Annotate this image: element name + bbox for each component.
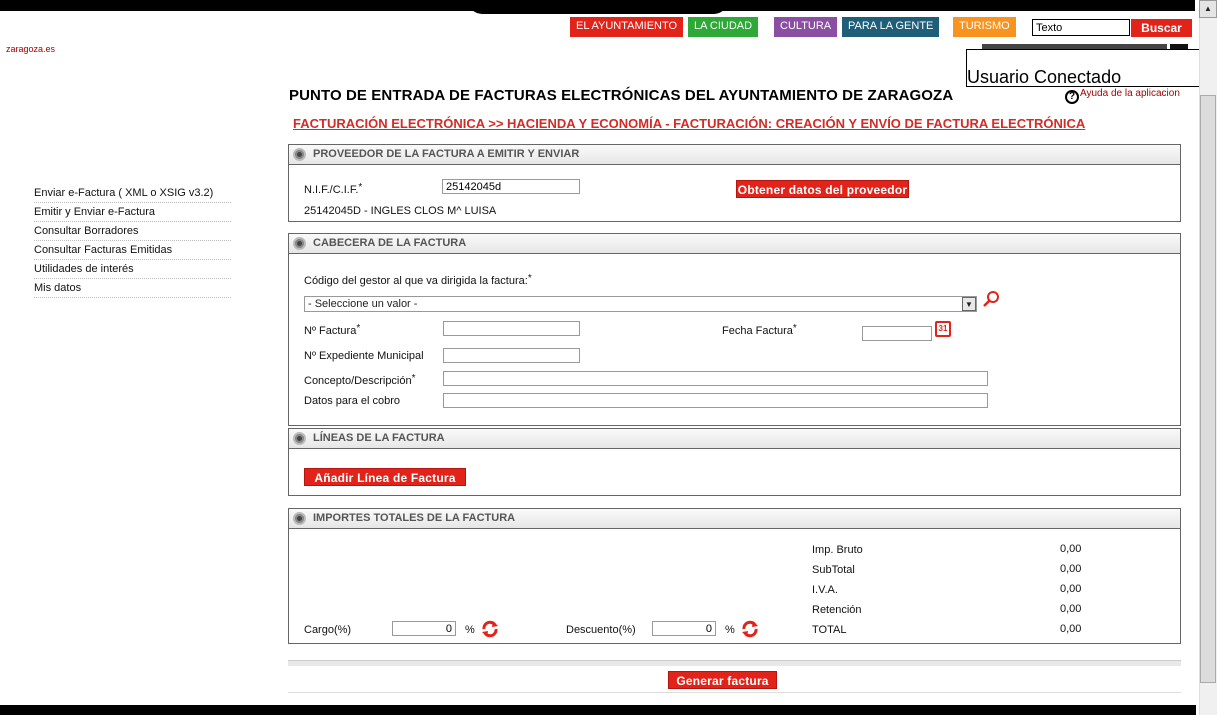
concepto-input[interactable] xyxy=(443,371,988,386)
cabecera-panel-title: CABECERA DE LA FACTURA xyxy=(313,237,467,249)
descuento-label: Descuento(%) xyxy=(566,624,636,636)
search-gestor-icon[interactable] xyxy=(982,290,1000,308)
gestor-label: Código del gestor al que va dirigida la … xyxy=(304,273,532,287)
proveedor-panel-title: PROVEEDOR DE LA FACTURA A EMITIR Y ENVIA… xyxy=(313,148,580,160)
cargo-input[interactable] xyxy=(392,621,456,636)
gestor-select[interactable]: - Seleccione un valor - xyxy=(304,296,977,312)
nav-para-la-gente[interactable]: PARA LA GENTE xyxy=(842,17,940,37)
sidebar-item-enviar-efactura[interactable]: Enviar e-Factura ( XML o XSIG v3.2) xyxy=(34,184,231,203)
cargo-label: Cargo(%) xyxy=(304,624,352,636)
breadcrumb[interactable]: FACTURACIÓN ELECTRÓNICA >> HACIENDA Y EC… xyxy=(293,116,1085,131)
total-value: 0,00 xyxy=(1060,623,1082,635)
refresh-descuento-icon[interactable] xyxy=(741,620,759,638)
calendar-icon[interactable]: 31 xyxy=(935,321,951,337)
nif-label: N.I.F./C.I.F.* xyxy=(304,182,363,196)
proveedor-info: 25142045D - INGLES CLOS M^ LUISA xyxy=(304,205,497,217)
sidebar-item-consultar-facturas[interactable]: Consultar Facturas Emitidas xyxy=(34,241,231,260)
importes-panel-title: IMPORTES TOTALES DE LA FACTURA xyxy=(313,512,516,524)
num-factura-label: Nº Factura* xyxy=(304,323,361,337)
retencion-label: Retención xyxy=(812,604,862,616)
num-factura-input[interactable] xyxy=(443,321,580,336)
scrollbar-thumb[interactable] xyxy=(1200,95,1216,683)
fecha-factura-input[interactable] xyxy=(862,326,932,341)
footer-divider xyxy=(288,692,1181,693)
proveedor-panel-header: PROVEEDOR DE LA FACTURA A EMITIR Y ENVIA… xyxy=(289,145,1180,165)
sidebar-item-mis-datos[interactable]: Mis datos xyxy=(34,279,231,298)
descuento-percent: % xyxy=(725,624,735,636)
sidebar-item-utilidades[interactable]: Utilidades de interés xyxy=(34,260,231,279)
cabecera-panel-header: CABECERA DE LA FACTURA xyxy=(289,234,1180,254)
user-status-box: Usuario Conectado xyxy=(966,49,1215,87)
retencion-value: 0,00 xyxy=(1060,603,1082,615)
obtener-proveedor-button[interactable]: Obtener datos del proveedor xyxy=(736,180,909,198)
nav-el-ayuntamiento[interactable]: EL AYUNTAMIENTO xyxy=(570,17,684,37)
importes-panel-header: IMPORTES TOTALES DE LA FACTURA xyxy=(289,509,1180,529)
subtotal-label: SubTotal xyxy=(812,564,855,576)
expediente-label: Nº Expediente Municipal xyxy=(304,350,424,362)
nav-cultura[interactable]: CULTURA xyxy=(774,17,838,37)
bottom-separator xyxy=(288,660,1181,666)
sidebar-item-emitir-enviar[interactable]: Emitir y Enviar e-Factura xyxy=(34,203,231,222)
fecha-factura-label: Fecha Factura* xyxy=(722,323,797,337)
section-bullet-icon xyxy=(293,512,306,525)
page-title: PUNTO DE ENTRADA DE FACTURAS ELECTRÓNICA… xyxy=(289,87,954,104)
section-bullet-icon xyxy=(293,237,306,250)
cargo-percent: % xyxy=(465,624,475,636)
add-line-button[interactable]: Añadir Línea de Factura xyxy=(304,468,466,486)
cobro-input[interactable] xyxy=(443,393,988,408)
help-link-label[interactable]: Ayuda de la aplicacion xyxy=(1080,88,1180,99)
user-status-text: Usuario Conectado xyxy=(967,67,1122,87)
chevron-down-icon[interactable]: ▼ xyxy=(962,297,976,311)
lineas-panel-title: LÍNEAS DE LA FACTURA xyxy=(313,432,445,444)
concepto-label: Concepto/Descripción* xyxy=(304,373,416,387)
lineas-panel-header: LÍNEAS DE LA FACTURA xyxy=(289,429,1180,449)
nif-input[interactable] xyxy=(442,179,580,194)
iva-label: I.V.A. xyxy=(812,584,838,596)
descuento-input[interactable] xyxy=(652,621,716,636)
sidebar-menu: Enviar e-Factura ( XML o XSIG v3.2) Emit… xyxy=(34,184,231,298)
scroll-up-arrow-icon[interactable]: ▲ xyxy=(1199,0,1217,18)
search-button[interactable]: Buscar xyxy=(1131,19,1192,37)
banner-logo-shape xyxy=(468,0,728,14)
refresh-cargo-icon[interactable] xyxy=(481,620,499,638)
footer-bar xyxy=(0,705,1196,715)
sidebar-item-consultar-borradores[interactable]: Consultar Borradores xyxy=(34,222,231,241)
site-link[interactable]: zaragoza.es xyxy=(6,44,55,54)
nav-turismo[interactable]: TURISMO xyxy=(953,17,1016,37)
nav-la-ciudad[interactable]: LA CIUDAD xyxy=(688,17,759,37)
help-link[interactable]: ? Ayuda de la aplicacion xyxy=(1065,88,1180,104)
iva-value: 0,00 xyxy=(1060,583,1082,595)
section-bullet-icon xyxy=(293,432,306,445)
expediente-input[interactable] xyxy=(443,348,580,363)
subtotal-value: 0,00 xyxy=(1060,563,1082,575)
search-input[interactable] xyxy=(1032,19,1130,36)
generate-invoice-button[interactable]: Generar factura xyxy=(668,671,777,689)
imp-bruto-label: Imp. Bruto xyxy=(812,544,863,556)
total-label: TOTAL xyxy=(812,624,847,636)
imp-bruto-value: 0,00 xyxy=(1060,543,1082,555)
cobro-label: Datos para el cobro xyxy=(304,395,400,407)
help-icon: ? xyxy=(1065,90,1079,104)
section-bullet-icon xyxy=(293,148,306,161)
